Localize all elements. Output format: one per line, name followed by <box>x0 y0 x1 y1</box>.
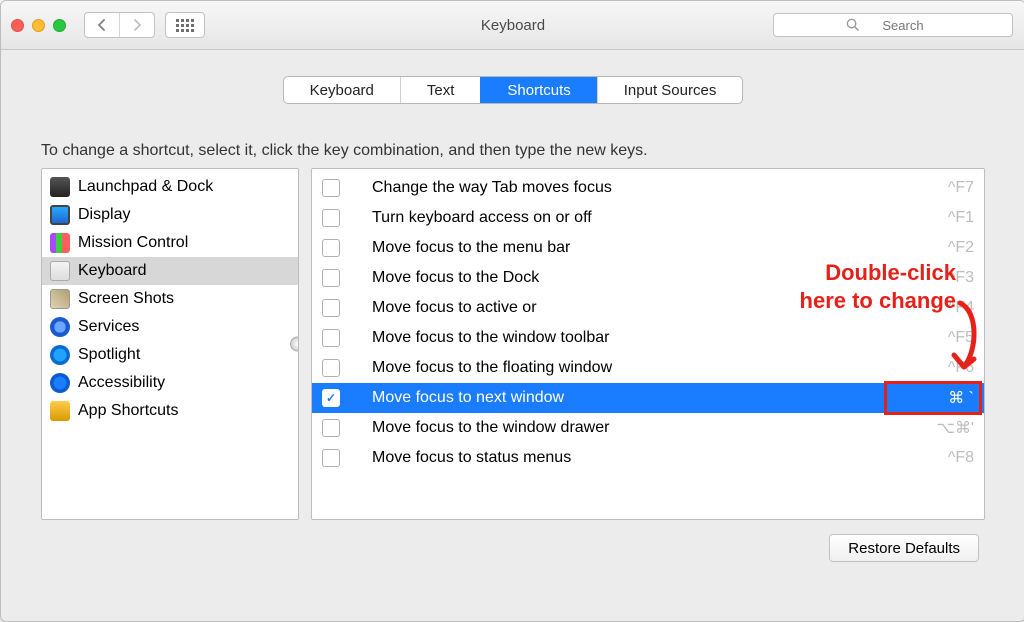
sidebar-item-spotlight[interactable]: Spotlight <box>42 341 298 369</box>
shortcut-label: Move focus to the Dock <box>372 269 539 287</box>
sidebar-item-app-shortcuts[interactable]: App Shortcuts <box>42 397 298 425</box>
sidebar-item-display[interactable]: Display <box>42 201 298 229</box>
mission-icon <box>50 233 70 253</box>
lists: Launchpad & Dock Display Mission Control Ke… <box>41 168 985 520</box>
shortcut-row[interactable]: Move focus to the menu bar ^F2 <box>312 233 984 263</box>
instruction-text: To change a shortcut, select it, click t… <box>41 142 985 160</box>
shortcut-key[interactable]: ⌥⌘' <box>926 418 974 438</box>
shortcut-row[interactable]: Move focus to the window drawer ⌥⌘' <box>312 413 984 443</box>
fullscreen-window[interactable] <box>53 19 66 32</box>
search-input[interactable] <box>773 13 1013 37</box>
traffic-lights <box>11 19 66 32</box>
sidebar-item-label: Mission Control <box>78 234 188 252</box>
chevron-left-icon <box>97 19 107 31</box>
access-icon <box>50 373 70 393</box>
shortcut-key[interactable]: ^F4 <box>926 299 974 317</box>
launchpad-icon <box>50 177 70 197</box>
shortcut-row[interactable]: Move focus to active or ^F4 <box>312 293 984 323</box>
nav-buttons <box>84 12 155 38</box>
display-icon <box>50 205 70 225</box>
scroll-handle[interactable] <box>290 337 299 352</box>
forward-button[interactable] <box>119 13 154 37</box>
sidebar-item-services[interactable]: Services <box>42 313 298 341</box>
shortcut-checkbox[interactable] <box>322 179 340 197</box>
shortcut-checkbox[interactable] <box>322 329 340 347</box>
shortcut-key[interactable]: ^F1 <box>926 209 974 227</box>
shortcut-row[interactable]: Move focus to the window toolbar ^F5 <box>312 323 984 353</box>
shortcut-checkbox[interactable] <box>322 269 340 287</box>
shortcut-checkbox[interactable] <box>322 299 340 317</box>
shortcut-label: Move focus to the window drawer <box>372 419 609 437</box>
sidebar-item-label: Spotlight <box>78 346 140 364</box>
shortcut-checkbox[interactable] <box>322 389 340 407</box>
minimize-window[interactable] <box>32 19 45 32</box>
sidebar-item-label: Screen Shots <box>78 290 174 308</box>
shortcut-row[interactable]: Move focus to the floating window ^F6 <box>312 353 984 383</box>
footer: Restore Defaults <box>41 534 985 562</box>
shortcut-key[interactable]: ^F3 <box>926 269 974 287</box>
sidebar-item-keyboard[interactable]: Keyboard <box>42 257 298 285</box>
shortcut-label: Move focus to status menus <box>372 449 571 467</box>
screenshots-icon <box>50 289 70 309</box>
sidebar-item-accessibility[interactable]: Accessibility <box>42 369 298 397</box>
shortcut-row[interactable]: Move focus to next window ⌘ ` <box>312 383 984 413</box>
shortcut-label: Change the way Tab moves focus <box>372 179 612 197</box>
close-window[interactable] <box>11 19 24 32</box>
sidebar-item-label: Display <box>78 206 130 224</box>
tab-keyboard[interactable]: Keyboard <box>284 77 400 103</box>
sidebar-item-launchpad---dock[interactable]: Launchpad & Dock <box>42 173 298 201</box>
shortcut-key[interactable]: ^F5 <box>926 329 974 347</box>
tab-input-sources[interactable]: Input Sources <box>597 77 743 103</box>
tab-bar: Keyboard Text Shortcuts Input Sources <box>283 76 744 104</box>
titlebar: Keyboard <box>1 1 1024 50</box>
category-list[interactable]: Launchpad & Dock Display Mission Control Ke… <box>41 168 299 520</box>
back-button[interactable] <box>85 13 119 37</box>
sidebar-item-label: Services <box>78 318 139 336</box>
shortcut-row[interactable]: Turn keyboard access on or off ^F1 <box>312 203 984 233</box>
shortcut-row[interactable]: Move focus to status menus ^F8 <box>312 443 984 473</box>
sidebar-item-label: Launchpad & Dock <box>78 178 213 196</box>
shortcut-label: Move focus to the window toolbar <box>372 329 609 347</box>
shortcut-label: Move focus to the floating window <box>372 359 612 377</box>
grid-icon <box>176 19 194 32</box>
tab-text[interactable]: Text <box>400 77 481 103</box>
shortcut-label: Move focus to active or <box>372 299 537 317</box>
shortcut-checkbox[interactable] <box>322 359 340 377</box>
shortcut-checkbox[interactable] <box>322 209 340 227</box>
sidebar-item-label: Accessibility <box>78 374 165 392</box>
preferences-window: Keyboard Keyboard Text Shortcuts Input S… <box>0 0 1024 622</box>
sidebar-item-mission-control[interactable]: Mission Control <box>42 229 298 257</box>
tab-shortcuts[interactable]: Shortcuts <box>480 77 596 103</box>
services-icon <box>50 317 70 337</box>
shortcut-key[interactable]: ⌘ ` <box>926 388 974 408</box>
shortcut-row[interactable]: Change the way Tab moves focus ^F7 <box>312 173 984 203</box>
shortcut-key[interactable]: ^F2 <box>926 239 974 257</box>
show-all-prefs[interactable] <box>165 12 205 38</box>
content-area: Keyboard Text Shortcuts Input Sources To… <box>1 50 1024 621</box>
shortcut-list[interactable]: Change the way Tab moves focus ^F7 Turn ke… <box>311 168 985 520</box>
restore-defaults-button[interactable]: Restore Defaults <box>829 534 979 562</box>
shortcut-checkbox[interactable] <box>322 239 340 257</box>
appsc-icon <box>50 401 70 421</box>
sidebar-item-label: App Shortcuts <box>78 402 179 420</box>
shortcut-checkbox[interactable] <box>322 449 340 467</box>
shortcut-row[interactable]: Move focus to the Dock ^F3 <box>312 263 984 293</box>
sidebar-item-label: Keyboard <box>78 262 147 280</box>
sidebar-item-screen-shots[interactable]: Screen Shots <box>42 285 298 313</box>
shortcut-checkbox[interactable] <box>322 419 340 437</box>
shortcut-label: Move focus to next window <box>372 389 564 407</box>
search-wrap <box>773 13 1013 37</box>
shortcut-key[interactable]: ^F6 <box>926 359 974 377</box>
shortcut-label: Turn keyboard access on or off <box>372 209 592 227</box>
chevron-right-icon <box>132 19 142 31</box>
spotlight-icon <box>50 345 70 365</box>
keyboard-icon <box>50 261 70 281</box>
shortcut-key[interactable]: ^F7 <box>926 179 974 197</box>
shortcut-label: Move focus to the menu bar <box>372 239 570 257</box>
shortcut-key[interactable]: ^F8 <box>926 449 974 467</box>
